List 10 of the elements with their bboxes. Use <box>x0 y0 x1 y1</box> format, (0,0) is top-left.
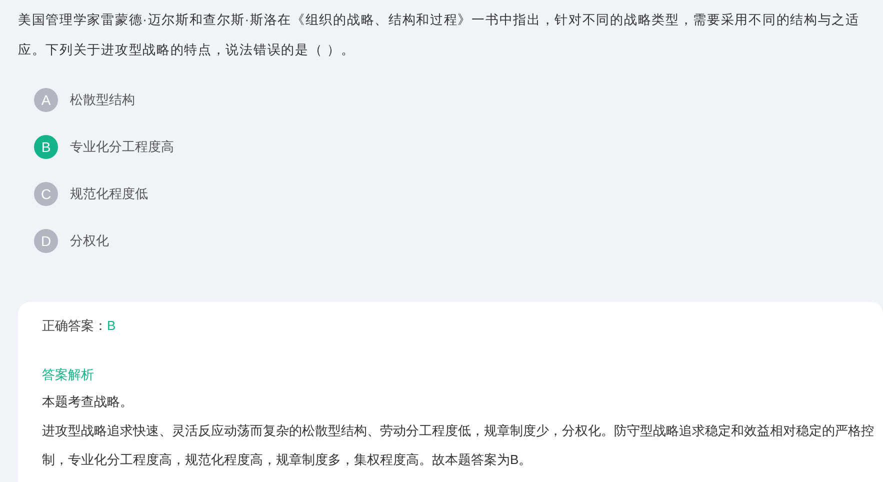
question-text: 美国管理学家雷蒙德·迈尔斯和查尔斯·斯洛在《组织的战略、结构和过程》一书中指出，针对不同的战略类型，需要采用不同的结构与之适应。下列关于进攻型战略的特点，说法错误的是（ ）。 <box>18 11 860 59</box>
option-text[interactable]: 分权化 <box>70 231 109 251</box>
correct-answer-label: 正确答案： <box>42 317 107 335</box>
option-text[interactable]: 松散型结构 <box>70 90 135 110</box>
option-text[interactable]: 专业化分工程度高 <box>70 137 174 157</box>
correct-answer-value: B <box>107 317 116 335</box>
analysis-paragraph: 进攻型战略追求快速、灵活反应动荡而复杂的松散型结构、劳动分工程度低，规章制度少，分权化。防守型战略追求稳定和效益相对稳定的严格控制，专业化分工程度高，规范化程度高，规章制度多，集权程度高。故本题答案为B。 <box>42 422 874 469</box>
analysis-title: 答案解析 <box>42 366 95 384</box>
option-text[interactable]: 规范化程度低 <box>70 184 148 204</box>
analysis-paragraph: 本题考查战略。 <box>42 393 134 411</box>
